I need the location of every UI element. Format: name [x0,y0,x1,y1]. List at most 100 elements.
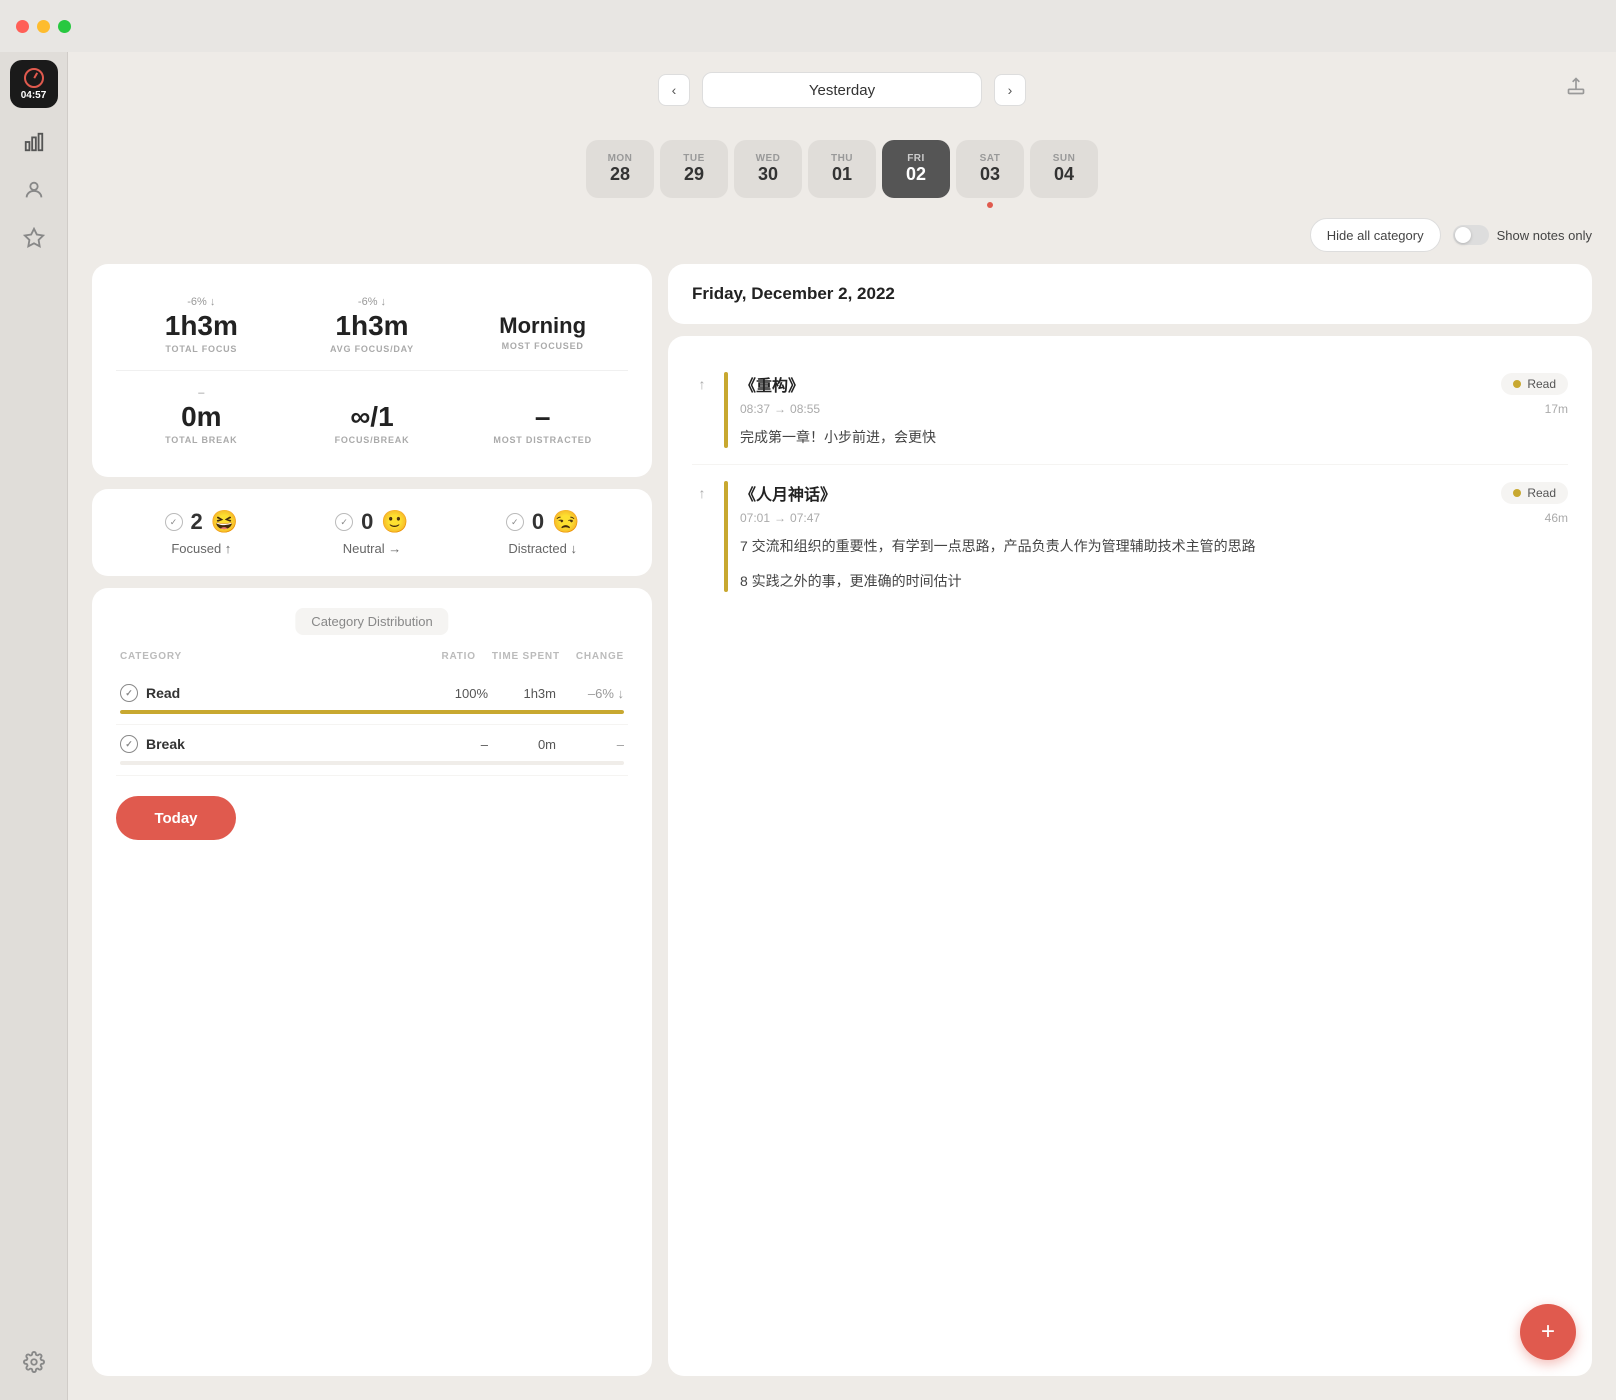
most-focused-label: MOST FOCUSED [502,341,584,351]
date-header: Friday, December 2, 2022 [692,284,1568,304]
right-panel: Friday, December 2, 2022 ↑ 《重构》 Rea [668,264,1592,1376]
day-friday[interactable]: FRI 02 [882,140,950,198]
mood-distracted: ✓ 0 😒 Distracted ↓ [457,509,628,556]
date-header-card: Friday, December 2, 2022 [668,264,1592,324]
cat-check-read[interactable]: ✓ [120,684,138,702]
session-item-2: ↑ 《人月神话》 Read 07:01 [692,465,1568,608]
cat-ratio-read: 100% [428,686,488,701]
session-arrow-1: ↑ [692,372,712,448]
export-button[interactable] [1560,70,1592,102]
category-row-break: ✓ Break – 0m – [116,725,628,776]
focus-break-value: ∞/1 [350,401,393,433]
day-thursday[interactable]: THU 01 [808,140,876,198]
cat-name-read: ✓ Read [120,684,420,702]
cat-bar-fill-read [120,710,624,714]
most-focused-value: Morning [499,313,586,339]
session-tag-dot-1 [1513,380,1521,388]
day-wednesday[interactable]: WED 30 [734,140,802,198]
mood-label-neutral: Neutral → [343,541,402,556]
session-arrow-2: ↑ [692,481,712,592]
session-duration-1: 17m [1545,402,1568,416]
category-table-header: CATEGORY RATIO TIME SPENT CHANGE [116,651,628,662]
cat-change-read: –6% ↓ [564,686,624,701]
filter-row: Hide all category Show notes only [68,206,1616,264]
session-time-1: 08:37 → 08:55 17m [740,402,1568,416]
day-monday[interactable]: MON 28 [586,140,654,198]
stats-grid-2: – 0m TOTAL BREAK – ∞/1 FOCUS/BREAK – – [116,379,628,453]
most-distracted-label: MOST DISTRACTED [493,435,592,445]
avg-focus-label: AVG FOCUS/DAY [330,344,414,354]
next-day-button[interactable]: › [994,74,1026,106]
clock-icon [24,68,44,88]
mood-grid: ✓ 2 😆 Focused ↑ ✓ 0 🙂 [116,509,628,556]
top-nav: ‹ Yesterday › MON 28 TUE 29 [68,52,1616,206]
sidebar-item-analytics[interactable] [12,120,56,164]
session-tag-label-1: Read [1527,377,1556,391]
session-tag-label-2: Read [1527,486,1556,500]
cat-check-break[interactable]: ✓ [120,735,138,753]
session-time-2: 07:01 → 07:47 46m [740,511,1568,525]
day-saturday[interactable]: SAT 03 [956,140,1024,198]
session-title-1: 《重构》 [740,372,804,396]
most-distracted-value: – [535,401,551,433]
cat-time-read: 1h3m [496,686,556,701]
timer-widget[interactable]: 04:57 [10,60,58,108]
total-break-label: TOTAL BREAK [165,435,237,445]
sidebar-item-favorites[interactable] [12,216,56,260]
close-button[interactable] [16,20,29,33]
stats-card: -6% ↓ 1h3m TOTAL FOCUS -6% ↓ 1h3m AVG FO… [92,264,652,477]
app-window: 04:57 [0,52,1616,1400]
mood-focused: ✓ 2 😆 Focused ↑ [116,509,287,556]
prev-day-button[interactable]: ‹ [658,74,690,106]
col-change: CHANGE [576,651,624,662]
mood-check-focused: ✓ [165,513,183,531]
category-title: Category Distribution [295,608,448,635]
session-duration-2: 46m [1545,511,1568,525]
mood-card: ✓ 2 😆 Focused ↑ ✓ 0 🙂 [92,489,652,576]
session-content-2: 《人月神话》 Read 07:01 → 07:47 46m [740,481,1568,592]
today-button-container: Today [116,792,628,840]
show-notes-label: Show notes only [1497,228,1592,243]
settings-button[interactable] [12,1340,56,1384]
cat-bar-read [120,710,624,714]
stat-total-break: – 0m TOTAL BREAK [116,379,287,453]
mood-emoji-neutral: 🙂 [381,509,408,535]
total-break-value: 0m [181,401,221,433]
sidebar-item-profile[interactable] [12,168,56,212]
session-item-1: ↑ 《重构》 Read 08:37 [692,356,1568,465]
day-sunday[interactable]: SUN 04 [1030,140,1098,198]
mood-emoji-focused: 😆 [211,509,238,535]
title-bar [0,0,1616,52]
date-display[interactable]: Yesterday [702,72,982,108]
total-focus-label: TOTAL FOCUS [165,344,237,354]
mood-count-neutral: 0 [361,509,373,535]
mood-count-distracted: 0 [532,509,544,535]
mood-neutral: ✓ 0 🙂 Neutral → [287,509,458,556]
add-button[interactable]: + [1520,1304,1576,1360]
cat-ratio-break: – [428,737,488,752]
show-notes-toggle[interactable] [1453,225,1489,245]
mood-count-focused: 2 [191,509,203,535]
avg-focus-value: 1h3m [335,310,408,342]
stat-total-focus: -6% ↓ 1h3m TOTAL FOCUS [116,288,287,362]
session-tag-dot-2 [1513,489,1521,497]
stat-avg-focus: -6% ↓ 1h3m AVG FOCUS/DAY [287,288,458,362]
today-button[interactable]: Today [116,796,236,840]
session-note-2-1: 8 实践之外的事，更准确的时间估计 [740,570,1568,592]
avg-focus-change: -6% ↓ [358,296,386,308]
maximize-button[interactable] [58,20,71,33]
stat-most-focused: – Morning MOST FOCUSED [457,288,628,362]
hide-category-button[interactable]: Hide all category [1310,218,1441,252]
cat-change-break: – [564,737,624,752]
session-tag-1: Read [1501,373,1568,395]
left-panel: -6% ↓ 1h3m TOTAL FOCUS -6% ↓ 1h3m AVG FO… [92,264,652,1376]
session-title-2: 《人月神话》 [740,481,836,505]
stats-grid: -6% ↓ 1h3m TOTAL FOCUS -6% ↓ 1h3m AVG FO… [116,288,628,362]
mood-label-distracted: Distracted ↓ [508,541,577,556]
col-category: CATEGORY [120,651,425,662]
day-tuesday[interactable]: TUE 29 [660,140,728,198]
timer-value: 04:57 [21,90,47,101]
session-note-1-0: 完成第一章！小步前进，会更快 [740,426,1568,448]
category-row-read: ✓ Read 100% 1h3m –6% ↓ [116,674,628,725]
minimize-button[interactable] [37,20,50,33]
